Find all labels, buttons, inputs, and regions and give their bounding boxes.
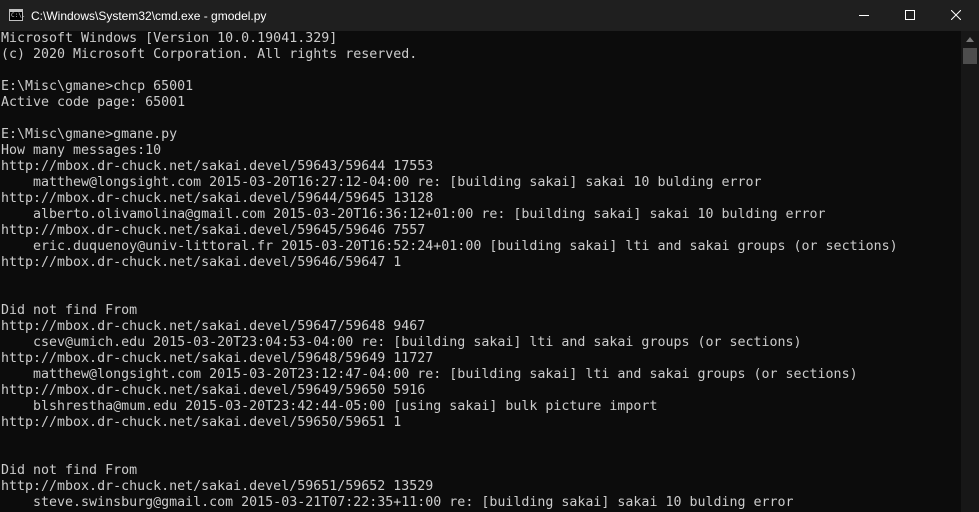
minimize-icon xyxy=(859,15,869,16)
scroll-up-button[interactable] xyxy=(961,31,979,48)
minimize-button[interactable] xyxy=(841,0,887,31)
console-line: steve.swinsburg@gmail.com 2015-03-21T07:… xyxy=(1,495,794,510)
console-line: Did not find From xyxy=(1,303,138,318)
close-icon xyxy=(951,10,961,20)
console-line: Microsoft Windows [Version 10.0.19041.32… xyxy=(1,31,338,46)
console-line: E:\Misc\gmane>gmane.py xyxy=(1,127,178,142)
console-line: Did not find From xyxy=(1,463,138,478)
vertical-scrollbar[interactable] xyxy=(961,31,979,512)
console-line: http://mbox.dr-chuck.net/sakai.devel/596… xyxy=(1,159,434,174)
console-line: http://mbox.dr-chuck.net/sakai.devel/596… xyxy=(1,383,426,398)
console-line: eric.duquenoy@univ-littoral.fr 2015-03-2… xyxy=(1,239,898,254)
close-button[interactable] xyxy=(933,0,979,31)
console-line: (c) 2020 Microsoft Corporation. All righ… xyxy=(1,47,418,62)
console-line: http://mbox.dr-chuck.net/sakai.devel/596… xyxy=(1,191,434,206)
scroll-thumb[interactable] xyxy=(963,48,977,64)
console-line: E:\Misc\gmane>chcp 65001 xyxy=(1,79,194,94)
maximize-button[interactable] xyxy=(887,0,933,31)
console-line: matthew@longsight.com 2015-03-20T23:12:4… xyxy=(1,367,858,382)
console-line: http://mbox.dr-chuck.net/sakai.devel/596… xyxy=(1,255,402,270)
console-output[interactable]: Microsoft Windows [Version 10.0.19041.32… xyxy=(1,31,959,512)
scroll-up-arrow-icon xyxy=(966,37,974,42)
title-bar[interactable]: C:\. C:\Windows\System32\cmd.exe - gmode… xyxy=(0,0,979,31)
console-line: http://mbox.dr-chuck.net/sakai.devel/596… xyxy=(1,223,426,238)
cmd-icon[interactable]: C:\. xyxy=(9,9,26,21)
console-line: http://mbox.dr-chuck.net/sakai.devel/596… xyxy=(1,479,434,494)
cmd-icon-label: C:\. xyxy=(11,12,26,19)
console-line: http://mbox.dr-chuck.net/sakai.devel/596… xyxy=(1,351,434,366)
console-line: blshrestha@mum.edu 2015-03-20T23:42:44-0… xyxy=(1,399,658,414)
console-line: How many messages:10 xyxy=(1,143,162,158)
console-line: Active code page: 65001 xyxy=(1,95,186,110)
cmd-window: C:\. C:\Windows\System32\cmd.exe - gmode… xyxy=(0,0,979,512)
console-line: matthew@longsight.com 2015-03-20T16:27:1… xyxy=(1,175,762,190)
console-line: alberto.olivamolina@gmail.com 2015-03-20… xyxy=(1,207,826,222)
console-line: csev@umich.edu 2015-03-20T23:04:53-04:00… xyxy=(1,335,802,350)
console-line: http://mbox.dr-chuck.net/sakai.devel/596… xyxy=(1,415,402,430)
window-title: C:\Windows\System32\cmd.exe - gmodel.py xyxy=(31,9,267,23)
console-line: http://mbox.dr-chuck.net/sakai.devel/596… xyxy=(1,319,426,334)
maximize-icon xyxy=(905,10,915,20)
